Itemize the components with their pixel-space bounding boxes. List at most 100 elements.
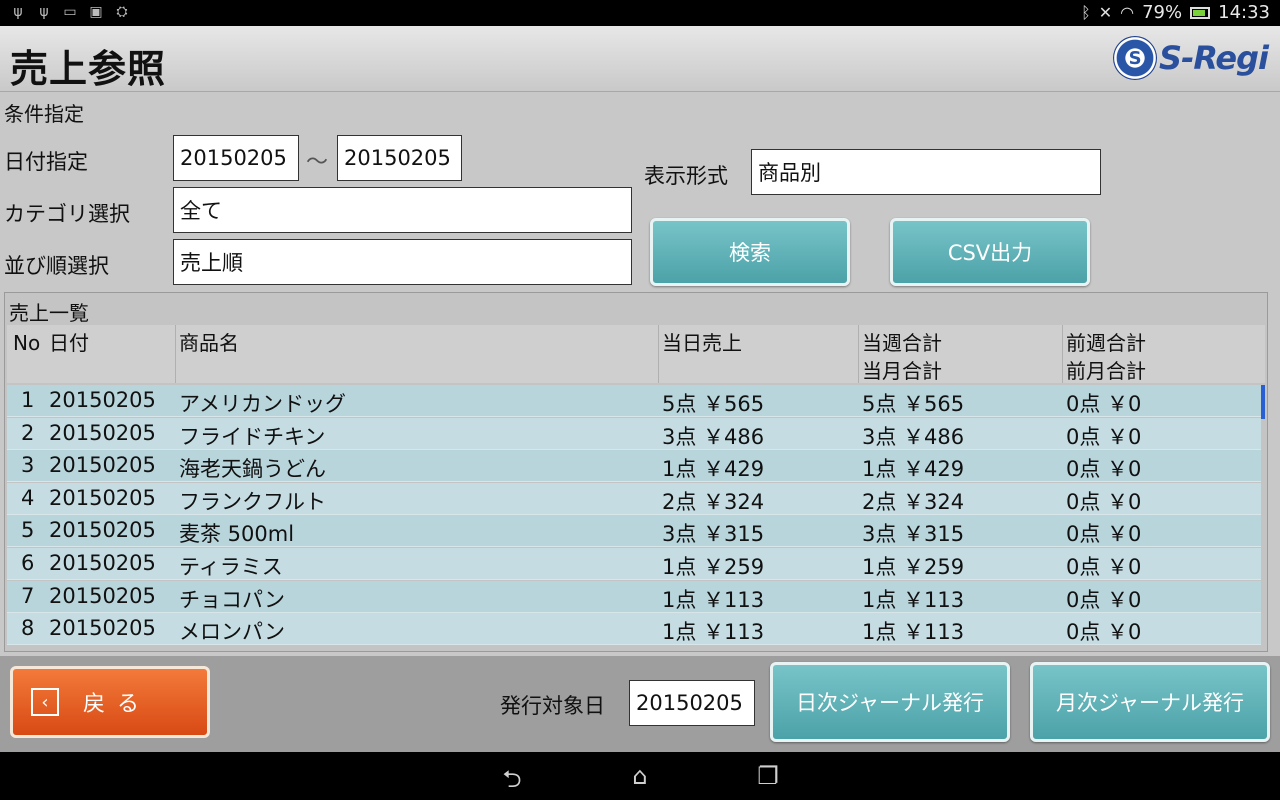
sales-rows[interactable]: 1 20150205 アメリカンドッグ 5点 ￥565 5点 ￥565 0点 ￥0 2 201…: [7, 385, 1261, 649]
cell-week-total: 1点 ￥113: [862, 587, 965, 612]
s-regi-logo: S S-Regi: [1113, 36, 1269, 80]
status-bar: ψ ψ ▭ ▣ ⛭ ᛒ ✕ ◠ 79% 14:33: [0, 0, 1280, 26]
date-to-field[interactable]: 20150205: [337, 135, 462, 181]
cell-no: 3: [21, 453, 35, 478]
wifi-icon: ◠: [1120, 3, 1135, 22]
logo-mark-icon: S: [1113, 36, 1158, 80]
cell-day-sales: 3点 ￥315: [662, 522, 765, 547]
column-divider: [658, 325, 659, 383]
cell-week-total: 5点 ￥565: [862, 392, 965, 416]
battery-percent: 79%: [1142, 2, 1183, 23]
cell-product: ティラミス: [179, 555, 283, 579]
column-divider: [1062, 325, 1063, 383]
cell-no: 1: [21, 388, 35, 412]
cell-prev-week-total: 0点 ￥0: [1066, 555, 1142, 579]
date-range-separator: ～: [306, 150, 329, 175]
cell-product: フライドチキン: [179, 424, 326, 449]
sales-list-panel: 売上一覧 No 日付 商品名 当日売上 当週合計 当月合計 前週合計 前月合計 …: [4, 292, 1268, 652]
issue-date-field[interactable]: 20150205: [629, 680, 755, 726]
cell-prev-week-total: 0点 ￥0: [1066, 392, 1142, 416]
back-button[interactable]: ‹ 戻る: [10, 666, 210, 738]
cell-week-total: 1点 ￥113: [862, 620, 965, 645]
table-row[interactable]: 5 20150205 麦茶 500ml 3点 ￥315 3点 ￥315 0点 ￥0: [7, 515, 1261, 548]
usb-debug-icon: ψ: [39, 4, 49, 20]
csv-export-button[interactable]: CSV出力: [890, 218, 1090, 286]
cell-day-sales: 1点 ￥113: [662, 587, 765, 612]
table-row[interactable]: 1 20150205 アメリカンドッグ 5点 ￥565 5点 ￥565 0点 ￥0: [7, 385, 1261, 417]
android-icon: ⛭: [116, 4, 128, 20]
cell-product: チョコパン: [179, 587, 286, 612]
monthly-journal-button[interactable]: 月次ジャーナル発行: [1030, 662, 1270, 742]
table-row[interactable]: 2 20150205 フライドチキン 3点 ￥486 3点 ￥486 0点 ￥0: [7, 417, 1261, 450]
category-select[interactable]: 全て: [173, 187, 632, 233]
cell-date: 20150205: [49, 453, 156, 478]
cell-date: 20150205: [49, 420, 156, 445]
cell-product: 海老天鍋うどん: [179, 457, 326, 482]
home-nav-icon[interactable]: ⌂: [620, 762, 660, 790]
table-header: No 日付 商品名 当日売上 当週合計 当月合計 前週合計 前月合計: [7, 325, 1265, 383]
table-row[interactable]: 4 20150205 フランクフルト 2点 ￥324 2点 ￥324 0点 ￥0: [7, 482, 1261, 515]
back-button-label: 戻る: [83, 692, 152, 717]
cell-date: 20150205: [49, 551, 156, 575]
bluetooth-icon: ᛒ: [1081, 3, 1091, 22]
header: 売上参照 S S-Regi: [0, 26, 1280, 92]
sort-select[interactable]: 売上順: [173, 239, 632, 285]
search-button[interactable]: 検索: [650, 218, 850, 286]
page-title: 売上参照: [10, 47, 167, 91]
cell-product: フランクフルト: [179, 489, 326, 514]
category-label: カテゴリ選択: [4, 202, 130, 226]
cell-product: 麦茶 500ml: [179, 522, 295, 547]
header-date: 日付: [49, 331, 89, 355]
cell-prev-week-total: 0点 ￥0: [1066, 620, 1142, 645]
cell-day-sales: 3点 ￥486: [662, 424, 765, 449]
conditions-section-label: 条件指定: [4, 102, 84, 126]
system-icons: ᛒ ✕ ◠ 79% 14:33: [1081, 2, 1270, 23]
table-row[interactable]: 8 20150205 メロンパン 1点 ￥113 1点 ￥113 0点 ￥0: [7, 613, 1261, 646]
recent-apps-icon[interactable]: ❐: [748, 762, 788, 790]
usb-icon: ψ: [13, 4, 23, 20]
header-product: 商品名: [179, 331, 239, 355]
navigation-bar: ⮌ ⌂ ❐: [0, 752, 1280, 800]
logo-text: S-Regi: [1159, 39, 1269, 77]
image-icon: ▣: [89, 4, 103, 20]
daily-journal-button[interactable]: 日次ジャーナル発行: [770, 662, 1010, 742]
date-label: 日付指定: [4, 150, 88, 174]
cell-no: 4: [21, 485, 35, 510]
chevron-left-icon: ‹: [31, 688, 59, 716]
cell-date: 20150205: [49, 485, 156, 510]
scrollbar-thumb[interactable]: [1261, 385, 1265, 419]
header-prev-week-total: 前週合計: [1066, 331, 1146, 355]
header-day-sales: 当日売上: [662, 331, 742, 355]
cell-prev-week-total: 0点 ￥0: [1066, 489, 1142, 514]
screenshot-icon: ▭: [63, 4, 77, 20]
cell-no: 8: [21, 616, 35, 641]
cell-date: 20150205: [49, 388, 156, 412]
cell-no: 5: [21, 518, 35, 543]
date-from-field[interactable]: 20150205: [173, 135, 299, 181]
table-row[interactable]: 6 20150205 ティラミス 1点 ￥259 1点 ￥259 0点 ￥0: [7, 548, 1261, 580]
table-row[interactable]: 7 20150205 チョコパン 1点 ￥113 1点 ￥113 0点 ￥0: [7, 580, 1261, 613]
cell-week-total: 3点 ￥315: [862, 522, 965, 547]
cell-prev-week-total: 0点 ￥0: [1066, 424, 1142, 449]
cell-week-total: 1点 ￥429: [862, 457, 965, 482]
table-row[interactable]: 3 20150205 海老天鍋うどん 1点 ￥429 1点 ￥429 0点 ￥0: [7, 450, 1261, 483]
bottom-bar: ‹ 戻る 発行対象日 20150205 日次ジャーナル発行 月次ジャーナル発行: [0, 656, 1280, 752]
display-format-select[interactable]: 商品別: [751, 149, 1101, 195]
cell-no: 7: [21, 583, 35, 608]
cell-prev-week-total: 0点 ￥0: [1066, 587, 1142, 612]
cell-week-total: 2点 ￥324: [862, 489, 965, 514]
back-nav-icon[interactable]: ⮌: [492, 762, 532, 800]
header-month-total: 当月合計: [862, 359, 942, 383]
cell-date: 20150205: [49, 583, 156, 608]
cell-day-sales: 2点 ￥324: [662, 489, 765, 514]
header-prev-month-total: 前月合計: [1066, 359, 1146, 383]
cell-prev-week-total: 0点 ￥0: [1066, 522, 1142, 547]
notification-icons: ψ ψ ▭ ▣ ⛭: [10, 3, 130, 21]
column-divider: [858, 325, 859, 383]
cell-no: 6: [21, 551, 35, 575]
cell-product: メロンパン: [179, 620, 286, 645]
battery-icon: [1190, 6, 1211, 19]
header-no: No: [13, 331, 41, 355]
sort-label: 並び順選択: [4, 254, 109, 278]
header-week-total: 当週合計: [862, 331, 942, 355]
